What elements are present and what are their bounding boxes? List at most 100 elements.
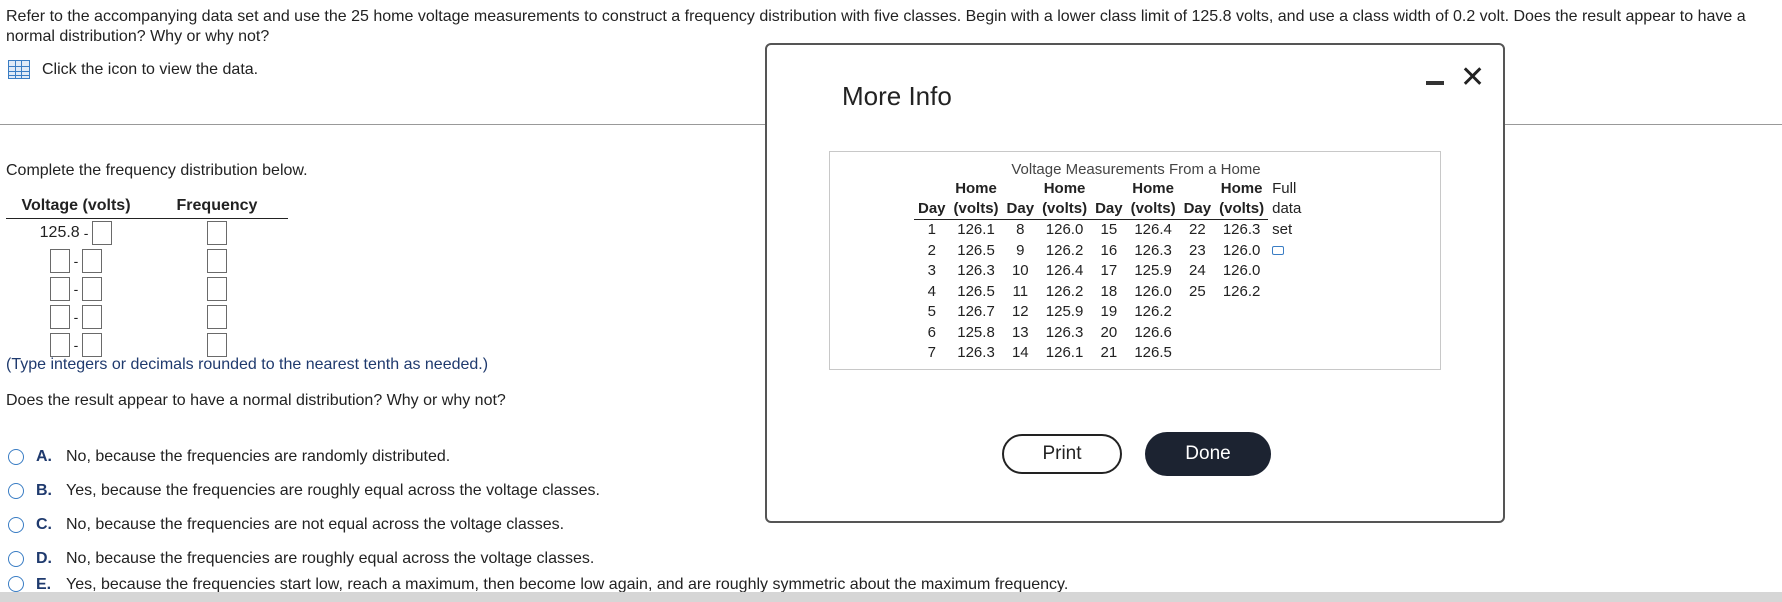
full-data-set-label[interactable]: set [1268, 220, 1305, 241]
voltage-data-panel: Voltage Measurements From a Home Home Ho… [829, 151, 1441, 370]
option-letter: B. [36, 482, 52, 499]
frequency-input[interactable] [207, 221, 227, 245]
table-cell [1180, 302, 1216, 323]
radio-button[interactable] [8, 449, 24, 465]
table-cell: 9 [1016, 241, 1025, 259]
data-table-icon[interactable] [8, 60, 30, 79]
header-cell [914, 179, 950, 199]
table-cell [1215, 302, 1268, 323]
lower-limit-input[interactable] [49, 277, 70, 301]
table-cell: 126.3 [1134, 241, 1172, 259]
horizontal-scrollbar[interactable] [0, 592, 1782, 602]
table-cell: 22 [1189, 221, 1206, 238]
dash: - [73, 337, 79, 353]
view-data-label[interactable]: Click the icon to view the data. [42, 61, 258, 79]
option-letter: D. [36, 550, 52, 567]
table-cell: 7 [927, 344, 936, 361]
table-row: - [6, 303, 288, 331]
question-text: Refer to the accompanying data set and u… [6, 8, 1746, 45]
table-cell: 18 [1100, 282, 1118, 300]
lower-limit-input[interactable] [49, 249, 70, 273]
table-cell: 126.2 [1045, 282, 1084, 300]
dash: - [73, 281, 79, 297]
table-row: 1 126.1 8 126.0 15 126.4 22 126.3 set [914, 220, 1305, 241]
table-cell: 20 [1100, 323, 1118, 341]
copy-icon[interactable] [1272, 246, 1285, 256]
header-cell: Day [914, 199, 950, 220]
frequency-input[interactable] [207, 305, 227, 329]
frequency-input[interactable] [207, 277, 227, 301]
header-cell: Day [1002, 199, 1039, 220]
header-cell: Home [1220, 180, 1263, 197]
lower-limit-input[interactable] [49, 305, 70, 329]
table-cell: 126.1 [1045, 344, 1084, 361]
table-cell: 13 [1011, 323, 1029, 341]
table-cell: 126.1 [957, 221, 995, 238]
table-row: 4 126.5 11 126.2 18 126.0 25 126.2 [914, 282, 1305, 303]
done-button[interactable]: Done [1145, 432, 1271, 476]
table-cell: 125.8 [957, 323, 995, 341]
table-cell: 126.3 [1222, 221, 1261, 238]
header-cell: (volts) [1215, 199, 1269, 220]
header-cell: (volts) [1038, 199, 1092, 220]
table-cell: 126.6 [1134, 323, 1172, 341]
radio-button[interactable] [8, 483, 24, 499]
table-row: 6 125.8 13 126.3 20 126.6 [914, 323, 1305, 344]
table-cell: 14 [1011, 344, 1029, 361]
option-text[interactable]: No, because the frequencies are not equa… [66, 516, 564, 534]
table-cell: 126.5 [957, 282, 995, 300]
table-cell: 12 [1011, 303, 1029, 320]
table-cell: 19 [1100, 303, 1118, 320]
upper-limit-input[interactable] [82, 277, 103, 301]
normal-distribution-question: Does the result appear to have a normal … [6, 392, 506, 409]
table-cell [1215, 323, 1268, 344]
table-cell: 3 [927, 262, 936, 279]
radio-button[interactable] [8, 576, 24, 592]
view-data-link[interactable]: Click the icon to view the data. [8, 60, 258, 79]
upper-limit-input[interactable] [82, 249, 103, 273]
frequency-input[interactable] [207, 249, 227, 273]
table-cell: 126.0 [1045, 221, 1084, 238]
table-cell: 126.5 [1134, 344, 1172, 361]
table-cell: 126.7 [957, 303, 995, 320]
table-cell: 126.2 [1134, 303, 1172, 320]
table-cell: 126.2 [1045, 241, 1084, 259]
table-cell: 16 [1100, 241, 1118, 259]
header-cell [1180, 179, 1216, 199]
radio-button[interactable] [8, 517, 24, 533]
upper-limit-input[interactable] [82, 305, 103, 329]
table-row: 7 126.3 14 126.1 21 126.5 [914, 343, 1305, 364]
minimize-icon[interactable] [1426, 81, 1444, 85]
radio-button[interactable] [8, 551, 24, 567]
upper-limit-input[interactable] [92, 221, 113, 245]
lower-limit-input[interactable] [49, 333, 70, 357]
voltage-table: Home Home Home Home Full Day (volts) Day… [914, 179, 1305, 364]
header-cell: Home [1043, 180, 1086, 197]
header-cell: Home [1132, 180, 1174, 197]
option-letter: C. [36, 516, 52, 533]
table-cell: 6 [927, 323, 936, 341]
table-row: 125.8 - [6, 219, 288, 247]
table-cell: 11 [1012, 282, 1029, 300]
frequency-input[interactable] [207, 333, 227, 357]
table-cell: 126.5 [957, 241, 995, 259]
table-cell: 4 [927, 282, 936, 300]
full-data-set-label[interactable]: data [1268, 199, 1305, 220]
more-info-dialog: More Info ✕ Voltage Measurements From a … [765, 43, 1505, 523]
upper-limit-input[interactable] [82, 333, 103, 357]
table-cell [1180, 343, 1216, 364]
table-row: - [6, 275, 288, 303]
option-d[interactable]: D. No, because the frequencies are rough… [6, 542, 1068, 576]
table-row: 5 126.7 12 125.9 19 126.2 [914, 302, 1305, 323]
table-cell: 10 [1011, 262, 1029, 279]
table-cell: 126.0 [1222, 262, 1261, 279]
option-text[interactable]: No, because the frequencies are roughly … [66, 550, 594, 568]
close-icon[interactable]: ✕ [1460, 63, 1485, 93]
first-lower-limit: 125.8 [39, 224, 80, 241]
full-data-set-label[interactable]: Full [1268, 179, 1305, 199]
header-cell: (volts) [949, 199, 1003, 220]
option-text[interactable]: Yes, because the frequencies are roughly… [66, 482, 600, 500]
option-text[interactable]: No, because the frequencies are randomly… [66, 448, 450, 466]
dash: - [73, 253, 79, 269]
print-button[interactable]: Print [1002, 434, 1122, 474]
